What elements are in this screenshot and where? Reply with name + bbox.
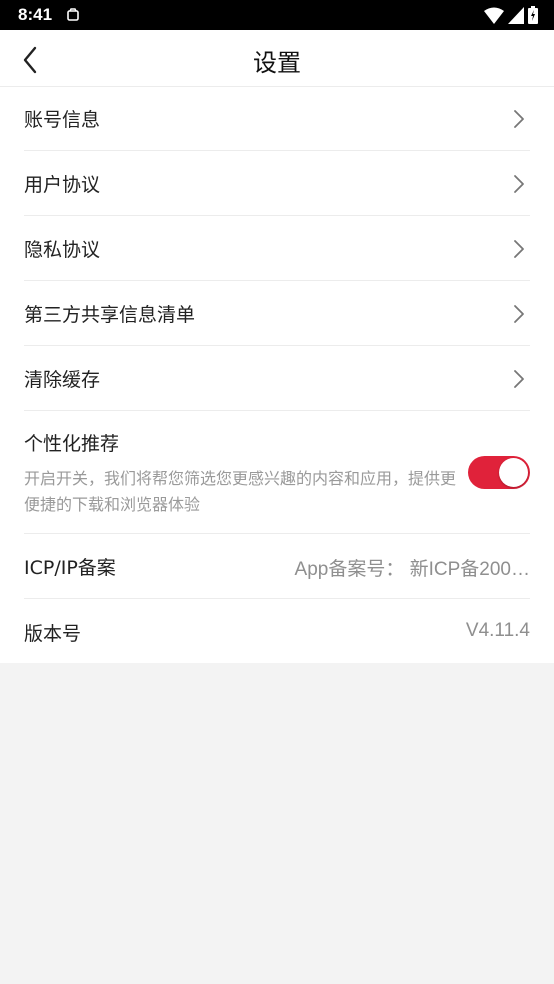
chevron-right-icon (514, 175, 524, 193)
nav-bar: 设置 (0, 30, 554, 87)
personalization-toggle[interactable] (468, 456, 530, 489)
chevron-right-icon (514, 110, 524, 128)
settings-item-account-info[interactable]: 账号信息 (24, 87, 530, 151)
notification-icon (66, 7, 80, 26)
settings-item-icp[interactable]: ICP/IP备案 App备案号： 新ICP备200… (24, 534, 530, 599)
settings-item-label: 隐私协议 (24, 239, 101, 261)
settings-list: 账号信息 用户协议 隐私协议 第三方共享信息清单 清除缓存 个性化推荐 开启开关… (0, 87, 554, 663)
settings-item-label: 用户协议 (24, 174, 101, 196)
settings-item-version: 版本号 V4.11.4 (24, 599, 530, 663)
settings-item-label: 账号信息 (24, 109, 101, 131)
version-value: V4.11.4 (465, 620, 530, 641)
chevron-right-icon (514, 370, 524, 388)
settings-item-clear-cache[interactable]: 清除缓存 (24, 346, 530, 411)
icp-label: ICP/IP备案 (24, 557, 116, 579)
toggle-knob (499, 458, 528, 487)
settings-item-third-party-sharing[interactable]: 第三方共享信息清单 (24, 281, 530, 346)
settings-item-personalization: 个性化推荐 开启开关，我们将帮您筛选您更感兴趣的内容和应用，提供更便捷的下载和浏… (24, 411, 530, 534)
settings-item-label: 清除缓存 (24, 369, 101, 391)
settings-item-privacy-agreement[interactable]: 隐私协议 (24, 216, 530, 281)
icp-value: App备案号： 新ICP备200… (294, 559, 530, 580)
settings-item-user-agreement[interactable]: 用户协议 (24, 151, 530, 216)
chevron-right-icon (514, 240, 524, 258)
wifi-icon (484, 7, 504, 28)
settings-item-label: 第三方共享信息清单 (24, 304, 196, 326)
page-title: 设置 (253, 49, 301, 77)
personalization-description: 开启开关，我们将帮您筛选您更感兴趣的内容和应用，提供更便捷的下载和浏览器体验 (24, 469, 457, 514)
personalization-label: 个性化推荐 (24, 433, 120, 455)
battery-icon (528, 6, 538, 28)
status-bar: 8:41 (0, 0, 554, 30)
version-label: 版本号 (24, 623, 82, 645)
status-time: 8:41 (18, 5, 53, 24)
signal-icon (508, 6, 524, 28)
chevron-right-icon (514, 305, 524, 323)
